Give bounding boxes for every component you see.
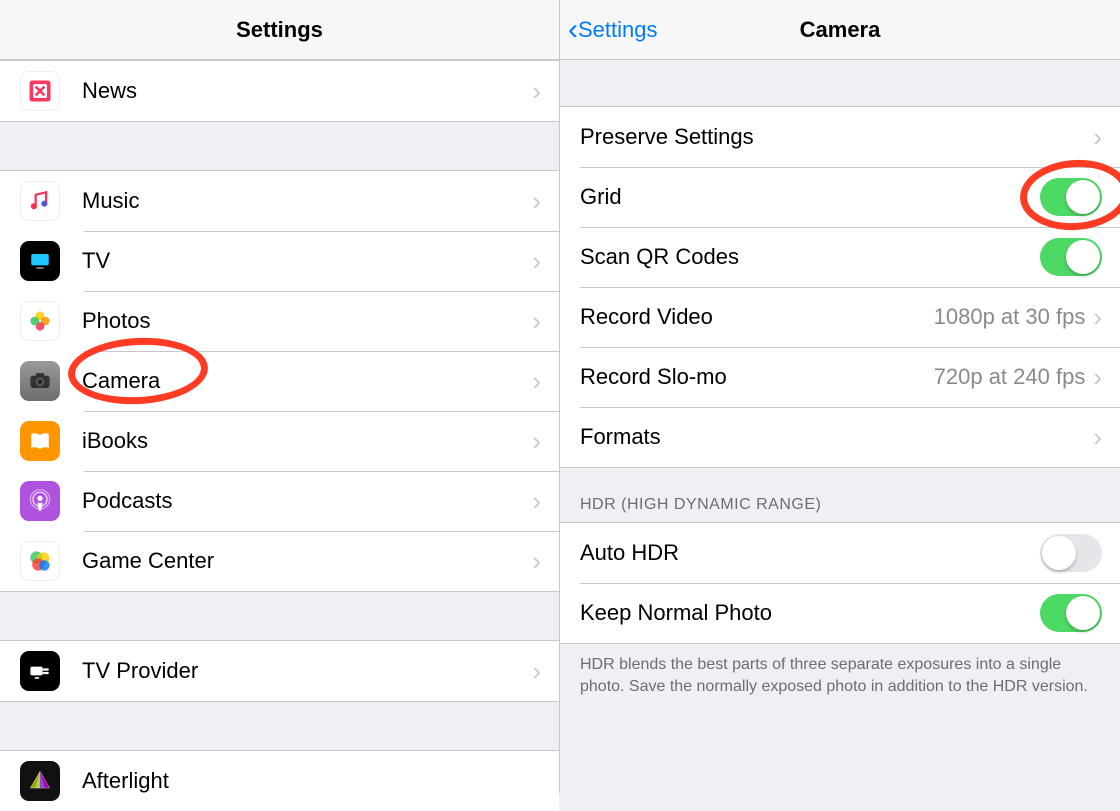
podcasts-icon bbox=[20, 481, 60, 521]
camera-icon bbox=[20, 361, 60, 401]
afterlight-icon bbox=[20, 761, 60, 801]
row-podcasts[interactable]: Podcasts › bbox=[0, 471, 559, 531]
back-button[interactable]: ‹ Settings bbox=[568, 0, 658, 60]
game-center-icon bbox=[20, 541, 60, 581]
chevron-right-icon: › bbox=[532, 306, 541, 337]
tv-provider-icon bbox=[20, 651, 60, 691]
camera-group-hdr: Auto HDR Keep Normal Photo bbox=[560, 522, 1120, 644]
row-label: iBooks bbox=[82, 428, 532, 454]
row-label: Grid bbox=[580, 184, 1040, 210]
row-photos[interactable]: Photos › bbox=[0, 291, 559, 351]
chevron-right-icon: › bbox=[532, 546, 541, 577]
chevron-right-icon: › bbox=[532, 426, 541, 457]
hdr-footer-text: HDR blends the best parts of three separ… bbox=[560, 644, 1120, 715]
row-label: Photos bbox=[82, 308, 532, 334]
row-game-center[interactable]: Game Center › bbox=[0, 531, 559, 591]
row-grid[interactable]: Grid bbox=[560, 167, 1120, 227]
row-label: Formats bbox=[580, 424, 1093, 450]
toggle-grid[interactable] bbox=[1040, 178, 1102, 216]
row-keep-normal-photo[interactable]: Keep Normal Photo bbox=[560, 583, 1120, 643]
row-camera[interactable]: Camera › bbox=[0, 351, 559, 411]
row-label: Podcasts bbox=[82, 488, 532, 514]
row-preserve-settings[interactable]: Preserve Settings › bbox=[560, 107, 1120, 167]
row-label: Preserve Settings bbox=[580, 124, 1093, 150]
row-label: News bbox=[82, 78, 532, 104]
settings-group-media: Music › TV › Photos › bbox=[0, 170, 559, 592]
music-icon bbox=[20, 181, 60, 221]
row-label: Music bbox=[82, 188, 532, 214]
row-label: Scan QR Codes bbox=[580, 244, 1040, 270]
row-label: Record Slo-mo bbox=[580, 364, 934, 390]
chevron-right-icon: › bbox=[532, 486, 541, 517]
row-formats[interactable]: Formats › bbox=[560, 407, 1120, 467]
row-label: Record Video bbox=[580, 304, 934, 330]
camera-settings-pane: ‹ Settings Camera Preserve Settings › Gr… bbox=[560, 0, 1120, 793]
row-label: Game Center bbox=[82, 548, 532, 574]
nav-bar: ‹ Settings Camera bbox=[560, 0, 1120, 60]
row-label: Afterlight bbox=[82, 768, 541, 794]
camera-group-main: Preserve Settings › Grid Scan QR Codes R… bbox=[560, 106, 1120, 468]
row-ibooks[interactable]: iBooks › bbox=[0, 411, 559, 471]
chevron-right-icon: › bbox=[1093, 362, 1102, 393]
chevron-right-icon: › bbox=[532, 246, 541, 277]
page-title: Camera bbox=[800, 17, 881, 43]
nav-bar: Settings bbox=[0, 0, 559, 60]
chevron-right-icon: › bbox=[532, 656, 541, 687]
section-header-hdr: HDR (HIGH DYNAMIC RANGE) bbox=[560, 468, 1120, 522]
row-tv[interactable]: TV › bbox=[0, 231, 559, 291]
tv-icon bbox=[20, 241, 60, 281]
row-value: 1080p at 30 fps bbox=[934, 304, 1086, 330]
row-label: TV bbox=[82, 248, 532, 274]
settings-group-tvprovider: TV Provider › bbox=[0, 640, 559, 702]
ibooks-icon bbox=[20, 421, 60, 461]
row-label: Camera bbox=[82, 368, 532, 394]
back-label: Settings bbox=[578, 17, 658, 43]
settings-pane: Settings News › Music › TV › bbox=[0, 0, 560, 793]
chevron-right-icon: › bbox=[532, 186, 541, 217]
chevron-left-icon: ‹ bbox=[568, 15, 578, 45]
chevron-right-icon: › bbox=[532, 76, 541, 107]
row-scan-qr[interactable]: Scan QR Codes bbox=[560, 227, 1120, 287]
row-news[interactable]: News › bbox=[0, 61, 559, 121]
photos-icon bbox=[20, 301, 60, 341]
row-label: TV Provider bbox=[82, 658, 532, 684]
row-afterlight[interactable]: Afterlight bbox=[0, 751, 559, 811]
toggle-keep-normal[interactable] bbox=[1040, 594, 1102, 632]
toggle-auto-hdr[interactable] bbox=[1040, 534, 1102, 572]
chevron-right-icon: › bbox=[1093, 302, 1102, 333]
chevron-right-icon: › bbox=[1093, 122, 1102, 153]
row-record-slomo[interactable]: Record Slo-mo 720p at 240 fps › bbox=[560, 347, 1120, 407]
toggle-scan-qr[interactable] bbox=[1040, 238, 1102, 276]
news-icon bbox=[20, 71, 60, 111]
row-music[interactable]: Music › bbox=[0, 171, 559, 231]
row-value: 720p at 240 fps bbox=[934, 364, 1086, 390]
chevron-right-icon: › bbox=[1093, 422, 1102, 453]
row-auto-hdr[interactable]: Auto HDR bbox=[560, 523, 1120, 583]
row-tv-provider[interactable]: TV Provider › bbox=[0, 641, 559, 701]
settings-group-afterlight: Afterlight bbox=[0, 750, 559, 811]
row-record-video[interactable]: Record Video 1080p at 30 fps › bbox=[560, 287, 1120, 347]
chevron-right-icon: › bbox=[532, 366, 541, 397]
page-title: Settings bbox=[236, 17, 323, 43]
row-label: Keep Normal Photo bbox=[580, 600, 1040, 626]
settings-group-news: News › bbox=[0, 60, 559, 122]
row-label: Auto HDR bbox=[580, 540, 1040, 566]
